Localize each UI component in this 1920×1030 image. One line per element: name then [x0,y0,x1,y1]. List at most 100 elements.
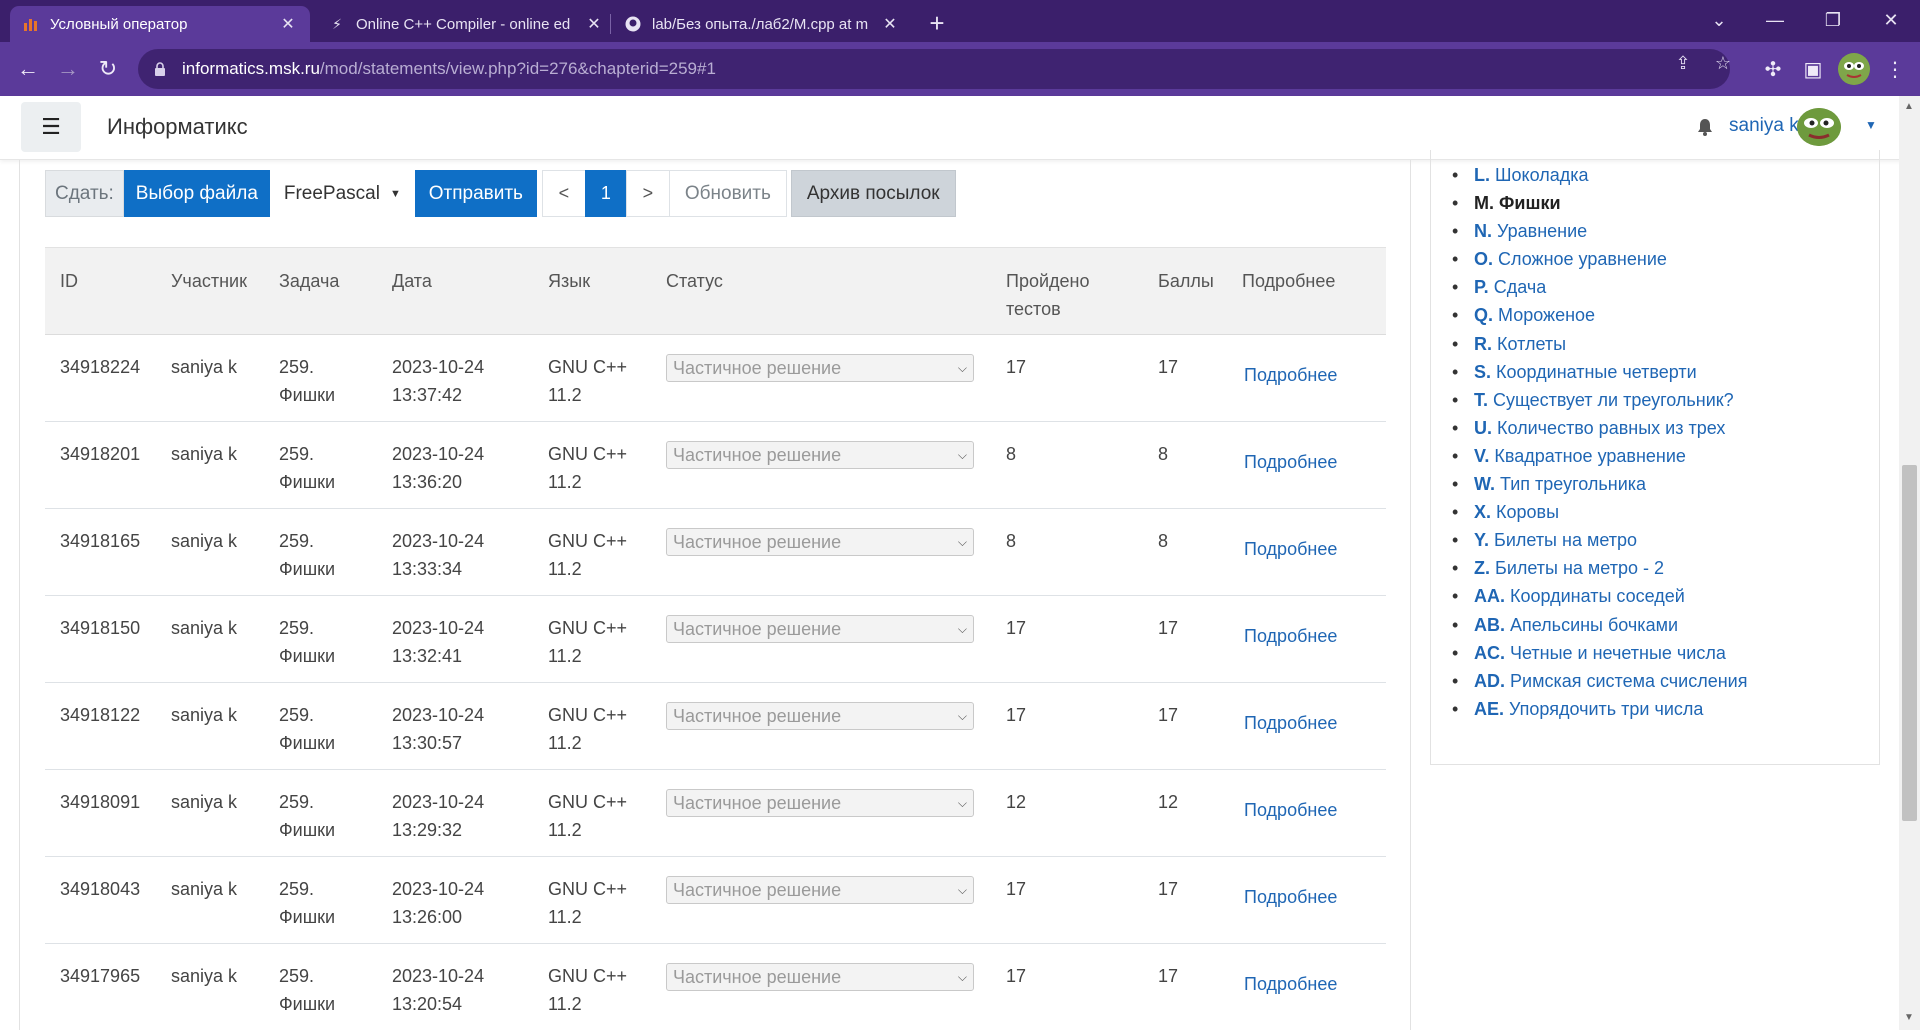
problem-list-item[interactable]: W. Тип треугольника [1452,470,1747,498]
refresh-button[interactable]: Обновить [668,170,787,217]
address-bar[interactable]: informatics.msk.ru/mod/statements/view.p… [138,49,1730,89]
status-select[interactable]: Частичное решение ⌵ [666,963,974,991]
details-link[interactable]: Подробнее [1242,535,1337,563]
problem-code: P. [1474,277,1489,298]
problem-list-item[interactable]: U. Количество равных из трех [1452,414,1747,442]
menu-toggle-button[interactable]: ☰ [21,102,81,152]
next-page-button[interactable]: > [625,170,670,217]
bookmark-star-icon[interactable]: ☆ [1712,52,1734,74]
new-tab-button[interactable]: + [922,8,952,38]
close-icon[interactable]: ✕ [584,14,604,34]
problem-list-item[interactable]: AE. Упорядочить три числа [1452,695,1747,723]
problem-name: Упорядочить три числа [1509,698,1704,719]
status-value: Частичное решение [673,793,842,813]
details-link[interactable]: Подробнее [1242,709,1337,737]
scrollbar-thumb[interactable] [1902,465,1917,821]
table-row: 34917965 saniya k 259. Фишки 2023-10-24 13:20… [45,943,1386,1030]
problem-code: R. [1474,333,1492,354]
cell-id: 34918150 [45,595,156,683]
cell-status: Частичное решение ⌵ [651,856,991,944]
browser-menu-icon[interactable]: ⋮ [1882,56,1908,82]
table-row: 34918201 saniya k 259. Фишки 2023-10-24 13:36… [45,421,1386,509]
cell-user: saniya k [156,421,264,509]
status-select[interactable]: Частичное решение ⌵ [666,789,974,817]
problem-code: AE. [1474,698,1505,719]
scroll-up-arrow-icon[interactable]: ▲ [1903,100,1915,112]
status-select[interactable]: Частичное решение ⌵ [666,876,974,904]
profile-avatar[interactable] [1838,53,1870,85]
problem-list-item[interactable]: P. Сдача [1452,273,1747,301]
avatar[interactable] [1797,108,1841,146]
submissions-archive-button[interactable]: Архив посылок [790,170,956,217]
problem-list-item[interactable]: AD. Римская система счисления [1452,667,1748,695]
user-name[interactable]: saniya k [1729,115,1799,137]
tab-github-file[interactable]: lab/Без опыта./лаб2/M.cpp at m ✕ [612,6,912,42]
details-link[interactable]: Подробнее [1242,361,1337,389]
reload-icon[interactable]: ↻ [92,53,124,85]
side-panel-icon[interactable]: ▣ [1800,56,1826,82]
close-icon[interactable]: ✕ [880,14,900,34]
table-row: 34918165 saniya k 259. Фишки 2023-10-24 13:33… [45,508,1386,596]
minimize-button[interactable]: — [1746,0,1804,40]
share-icon[interactable]: ⇪ [1672,52,1694,74]
status-select[interactable]: Частичное решение ⌵ [666,528,974,556]
col-header-status: Статус [651,247,991,335]
problem-list-item[interactable]: Q. Мороженое [1452,301,1747,329]
problem-list-item[interactable]: L. Шоколадка [1452,161,1747,189]
status-select[interactable]: Частичное решение ⌵ [666,354,974,382]
problem-list-item[interactable]: M. Фишки [1452,189,1747,217]
cell-id: 34918122 [45,682,156,770]
problem-list-item[interactable]: Z. Билеты на метро - 2 [1452,554,1747,582]
chevron-down-icon: ⌵ [957,361,967,375]
scroll-down-arrow-icon[interactable]: ▼ [1903,1011,1915,1023]
problem-list-item[interactable]: V. Квадратное уравнение [1452,442,1747,470]
problem-code: T. [1474,389,1489,410]
cell-id: 34918091 [45,769,156,857]
status-select[interactable]: Частичное решение ⌵ [666,615,974,643]
details-link[interactable]: Подробнее [1242,970,1337,998]
close-window-button[interactable]: ✕ [1862,0,1920,40]
problem-list-item[interactable]: Y. Билеты на метро [1452,526,1747,554]
problem-list-item[interactable]: O. Сложное уравнение [1452,245,1747,273]
cell-problem: 259. Фишки [264,682,377,770]
cell-tests: 8 [991,421,1143,509]
problem-list-item[interactable]: AA. Координаты соседей [1452,582,1747,610]
details-link[interactable]: Подробнее [1242,883,1337,911]
problem-list-item[interactable]: N. Уравнение [1452,217,1747,245]
pagination: < 1 > Обновить [541,170,787,217]
tab-search-chevron-icon[interactable]: ⌄ [1690,0,1748,40]
cell-details: Подробнее [1227,334,1386,422]
problem-name: Сдача [1493,277,1547,298]
close-icon[interactable]: ✕ [278,14,298,34]
problem-list-item[interactable]: AB. Апельсины бочками [1452,611,1747,639]
details-link[interactable]: Подробнее [1242,448,1337,476]
status-select[interactable]: Частичное решение ⌵ [666,441,974,469]
problem-list-item[interactable]: S. Координатные четверти [1452,358,1747,386]
language-select[interactable]: FreePascal ▼ [269,170,415,217]
choose-file-button[interactable]: Выбор файла [123,170,270,217]
notification-bell-icon[interactable] [1694,116,1716,138]
details-link[interactable]: Подробнее [1242,796,1337,824]
tab-conditional-operator[interactable]: Условный оператор ✕ [10,6,310,42]
problem-list-item[interactable]: AC. Четные и нечетные числа [1452,639,1747,667]
cell-problem: 259. Фишки [264,508,377,596]
submit-toolbar: Сдать: Выбор файла FreePascal ▼ Отправит… [45,170,956,217]
forward-arrow-icon[interactable]: → [52,53,84,85]
extensions-puzzle-icon[interactable]: ✣ [1760,56,1786,82]
dropdown-caret-icon: ▼ [389,187,401,200]
tab-online-compiler[interactable]: ⚡ Online C++ Compiler - online ed ✕ [316,6,616,42]
chevron-down-icon: ⌵ [957,883,967,897]
status-select[interactable]: Частичное решение ⌵ [666,702,974,730]
send-button[interactable]: Отправить [414,170,537,217]
user-menu-caret-icon[interactable]: ▼ [1864,118,1878,132]
col-header-date: Дата [377,247,533,335]
page-1-button[interactable]: 1 [584,170,627,217]
problem-list-item[interactable]: X. Коровы [1452,498,1747,526]
back-arrow-icon[interactable]: ← [12,53,44,85]
prev-page-button[interactable]: < [541,170,586,217]
restore-button[interactable]: ❐ [1804,0,1862,40]
details-link[interactable]: Подробнее [1242,622,1337,650]
site-title[interactable]: Информатикс [107,114,248,140]
problem-list-item[interactable]: R. Котлеты [1452,330,1747,358]
problem-list-item[interactable]: T. Существует ли треугольник? [1452,386,1747,414]
